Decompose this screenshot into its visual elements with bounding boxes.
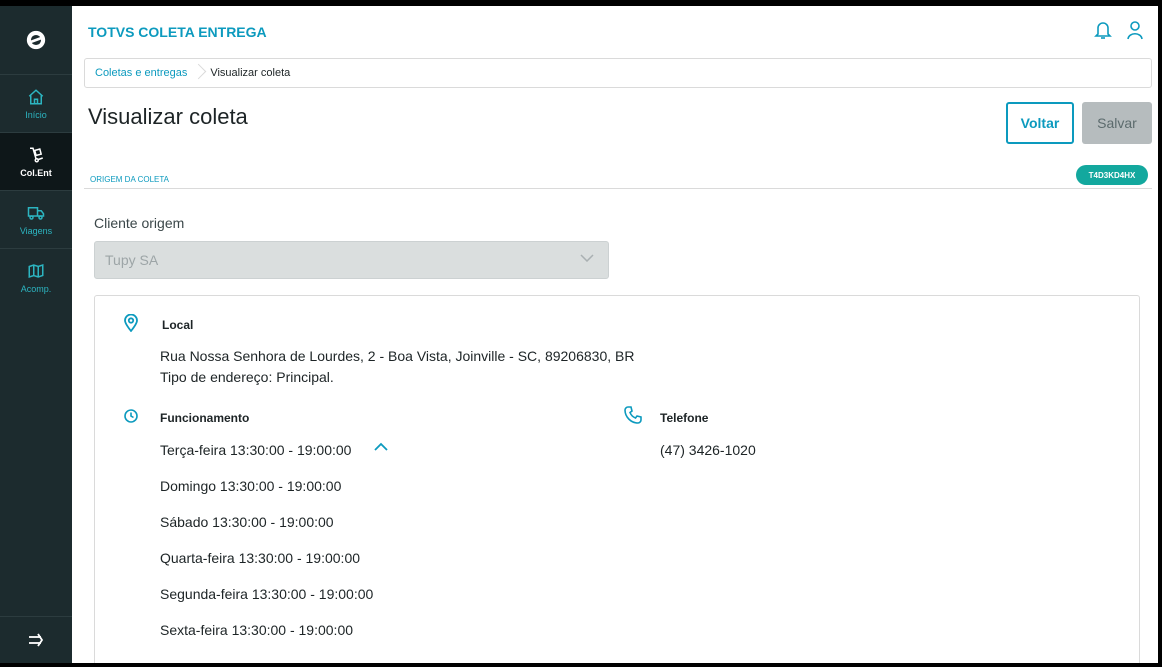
hours-current: Terça-feira 13:30:00 - 19:00:00 bbox=[160, 442, 352, 458]
section-label: ORIGEM DA COLETA bbox=[90, 175, 169, 184]
sidebar-item-colent[interactable]: Col.Ent bbox=[0, 132, 72, 190]
phone-icon bbox=[624, 406, 642, 424]
breadcrumb: Coletas e entregas Visualizar coleta bbox=[84, 58, 1152, 88]
truck-icon bbox=[27, 206, 45, 220]
sidebar-item-label: Viagens bbox=[19, 225, 53, 236]
expand-sidebar-button[interactable] bbox=[0, 616, 72, 663]
app-title: TOTVS COLETA ENTREGA bbox=[88, 24, 267, 40]
sidebar: Início Col.Ent Viagens Acomp. bbox=[0, 6, 72, 663]
client-origin-value: Tupy SA bbox=[105, 252, 159, 268]
map-icon bbox=[28, 263, 44, 278]
hours-heading: Funcionamento bbox=[160, 411, 250, 425]
hours-list-item: Sábado 13:30:00 - 19:00:00 bbox=[160, 514, 334, 530]
clock-icon bbox=[124, 409, 138, 423]
sidebar-item-acomp[interactable]: Acomp. bbox=[0, 248, 72, 306]
back-button[interactable]: Voltar bbox=[1006, 102, 1074, 144]
page-title: Visualizar coleta bbox=[88, 104, 248, 129]
phone-heading: Telefone bbox=[660, 411, 709, 425]
hand-truck-icon bbox=[30, 147, 43, 162]
sidebar-item-label: Col.Ent bbox=[20, 167, 52, 178]
sidebar-item-label: Início bbox=[25, 109, 47, 120]
user-icon[interactable] bbox=[1126, 20, 1144, 40]
client-origin-select[interactable]: Tupy SA bbox=[94, 241, 609, 279]
location-address: Rua Nossa Senhora de Lourdes, 2 - Boa Vi… bbox=[160, 348, 635, 364]
hours-list-item: Sexta-feira 13:30:00 - 19:00:00 bbox=[160, 622, 354, 638]
home-icon bbox=[28, 88, 44, 104]
hours-list-item: Domingo 13:30:00 - 19:00:00 bbox=[160, 478, 342, 494]
arrow-right-icon bbox=[29, 633, 44, 647]
sidebar-item-label: Acomp. bbox=[20, 283, 52, 294]
breadcrumb-current: Visualizar coleta bbox=[210, 67, 291, 79]
bell-icon[interactable] bbox=[1094, 20, 1112, 40]
section-divider bbox=[84, 188, 1152, 189]
location-heading: Local bbox=[162, 318, 194, 332]
location-address-type: Tipo de endereço: Principal. bbox=[160, 369, 334, 385]
hours-list-item: Quarta-feira 13:30:00 - 19:00:00 bbox=[160, 550, 361, 566]
breadcrumb-separator bbox=[199, 58, 200, 88]
header-icons bbox=[1094, 20, 1144, 40]
client-origin-label: Cliente origem bbox=[94, 215, 185, 231]
breadcrumb-link-coletas[interactable]: Coletas e entregas bbox=[95, 67, 187, 79]
chevron-down-icon bbox=[580, 254, 594, 262]
totvs-logo[interactable] bbox=[0, 6, 72, 74]
totvs-logo-icon bbox=[26, 30, 46, 50]
app-window: Início Col.Ent Viagens Acomp. TOTVS COLE… bbox=[0, 6, 1158, 663]
chevron-up-icon[interactable] bbox=[374, 442, 388, 451]
status-badge: T4D3KD4HX bbox=[1076, 165, 1148, 185]
save-button[interactable]: Salvar bbox=[1082, 102, 1152, 144]
location-pin-icon bbox=[124, 314, 138, 332]
sidebar-item-viagens[interactable]: Viagens bbox=[0, 190, 72, 248]
sidebar-item-inicio[interactable]: Início bbox=[0, 74, 72, 132]
hours-list-item: Segunda-feira 13:30:00 - 19:00:00 bbox=[160, 586, 374, 602]
phone-value: (47) 3426-1020 bbox=[660, 442, 756, 458]
